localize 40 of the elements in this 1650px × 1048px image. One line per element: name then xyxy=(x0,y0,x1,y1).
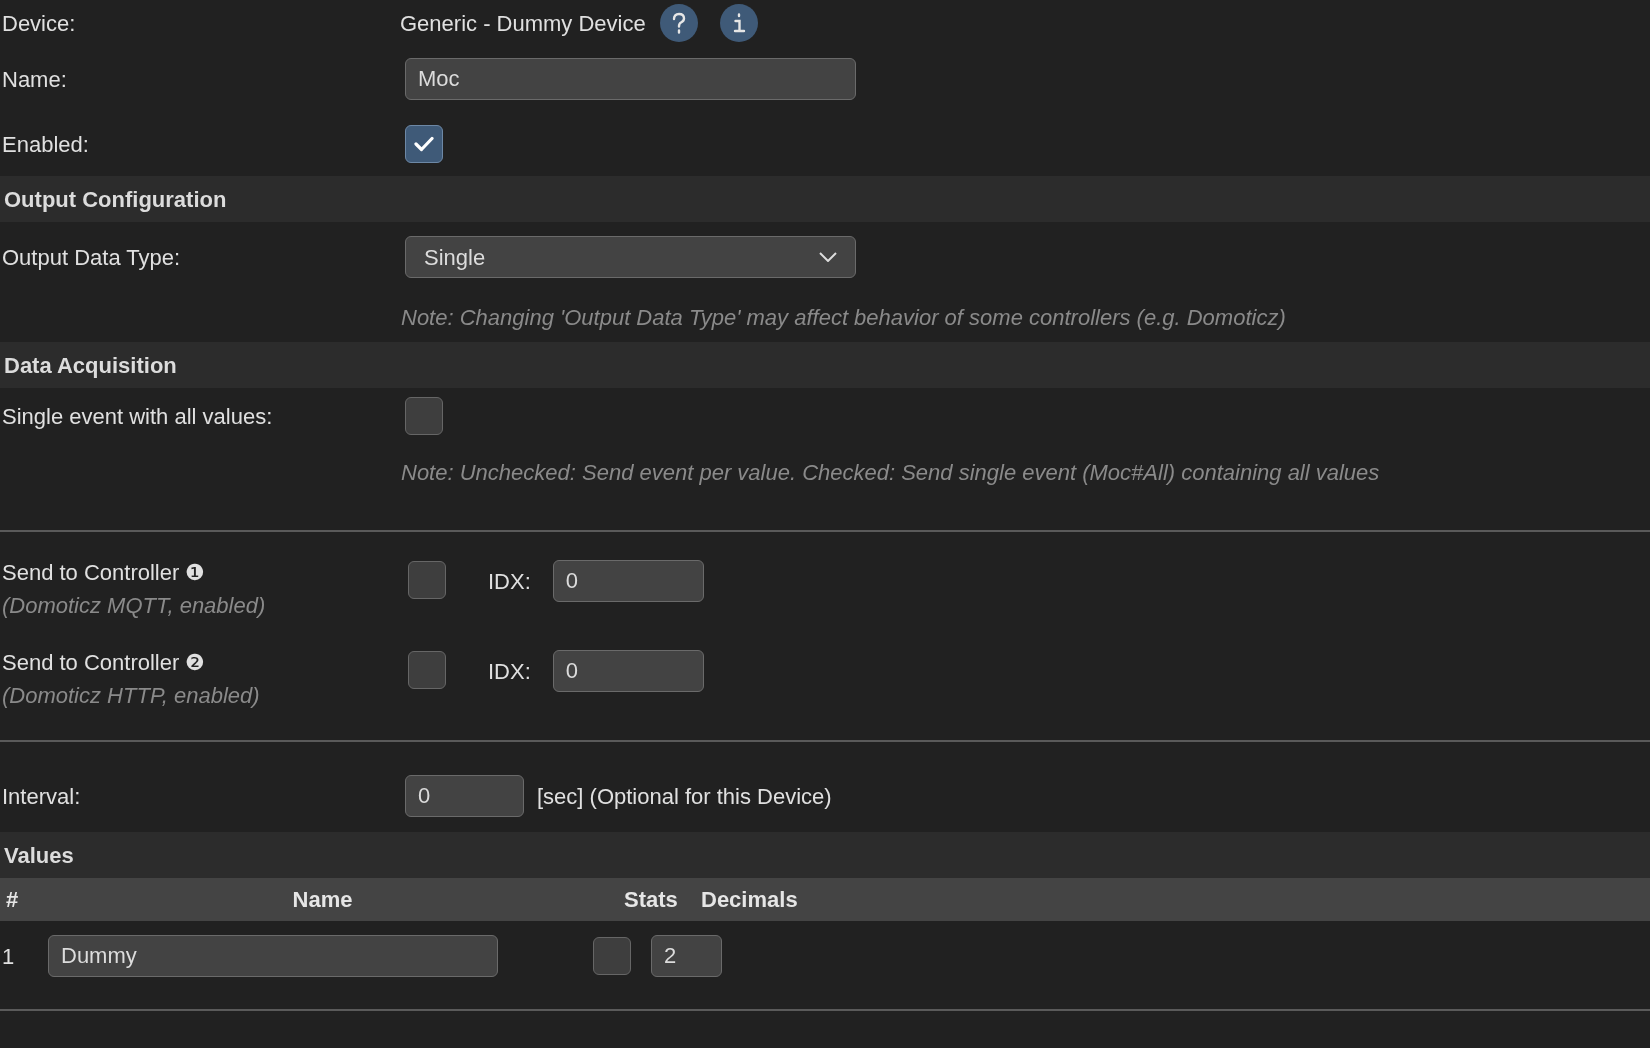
device-type-text: Generic - Dummy Device xyxy=(400,9,646,38)
interval-unit-text: [sec] (Optional for this Device) xyxy=(537,782,832,811)
section-title: Values xyxy=(4,841,74,870)
single-event-checkbox[interactable] xyxy=(405,397,443,435)
idx-input-field[interactable]: 0 xyxy=(552,560,704,602)
controller-detail: (Domoticz HTTP, enabled) xyxy=(2,682,261,710)
row-number: 1 xyxy=(1,942,16,971)
data-type-dropdown[interactable]: Single xyxy=(405,236,856,278)
controller-label: Send to Controller ❶ xyxy=(2,559,207,587)
column-header: Decimals xyxy=(701,886,798,914)
note-text: Note: Unchecked: Send event per value. Checked: Send single event (Moc#All) containing all values xyxy=(401,458,1380,487)
controller-label: Send to Controller ❷ xyxy=(2,649,207,677)
field-label: Enabled: xyxy=(2,131,89,157)
section-title: Data Acquisition xyxy=(4,351,177,380)
column-header: # xyxy=(5,886,20,914)
idx-input-field[interactable]: 0 xyxy=(552,650,704,692)
chevron-down-icon xyxy=(819,252,837,262)
stats-checkbox[interactable] xyxy=(593,937,631,975)
help-icon[interactable] xyxy=(659,4,698,42)
field-label: Single event with all values: xyxy=(2,403,273,429)
column-header: Name xyxy=(291,886,354,914)
field-label: Device: xyxy=(2,10,76,36)
checkmark-icon xyxy=(414,136,434,152)
field-label: Output Data Type: xyxy=(2,244,181,270)
value-name-input-field[interactable]: Dummy xyxy=(48,935,498,977)
enabled-checkbox[interactable] xyxy=(405,125,443,163)
idx-label: IDX: xyxy=(488,567,531,596)
name-input-field[interactable]: Moc xyxy=(405,58,856,100)
decimals-input-field[interactable]: 2 xyxy=(651,935,722,977)
field-label: Interval: xyxy=(2,783,81,809)
note-text: Note: Changing 'Output Data Type' may affect behavior of some controllers (e.g. Domoticz) xyxy=(401,303,1286,332)
section-title: Output Configuration xyxy=(4,185,227,214)
interval-input-field[interactable]: 0 xyxy=(405,775,524,817)
controller-checkbox[interactable] xyxy=(408,650,446,689)
idx-label: IDX: xyxy=(488,657,531,686)
info-icon[interactable] xyxy=(719,4,758,42)
controller-checkbox[interactable] xyxy=(408,560,446,599)
column-header: Stats xyxy=(624,886,679,914)
field-label: Name: xyxy=(2,66,67,92)
controller-detail: (Domoticz MQTT, enabled) xyxy=(2,592,267,620)
